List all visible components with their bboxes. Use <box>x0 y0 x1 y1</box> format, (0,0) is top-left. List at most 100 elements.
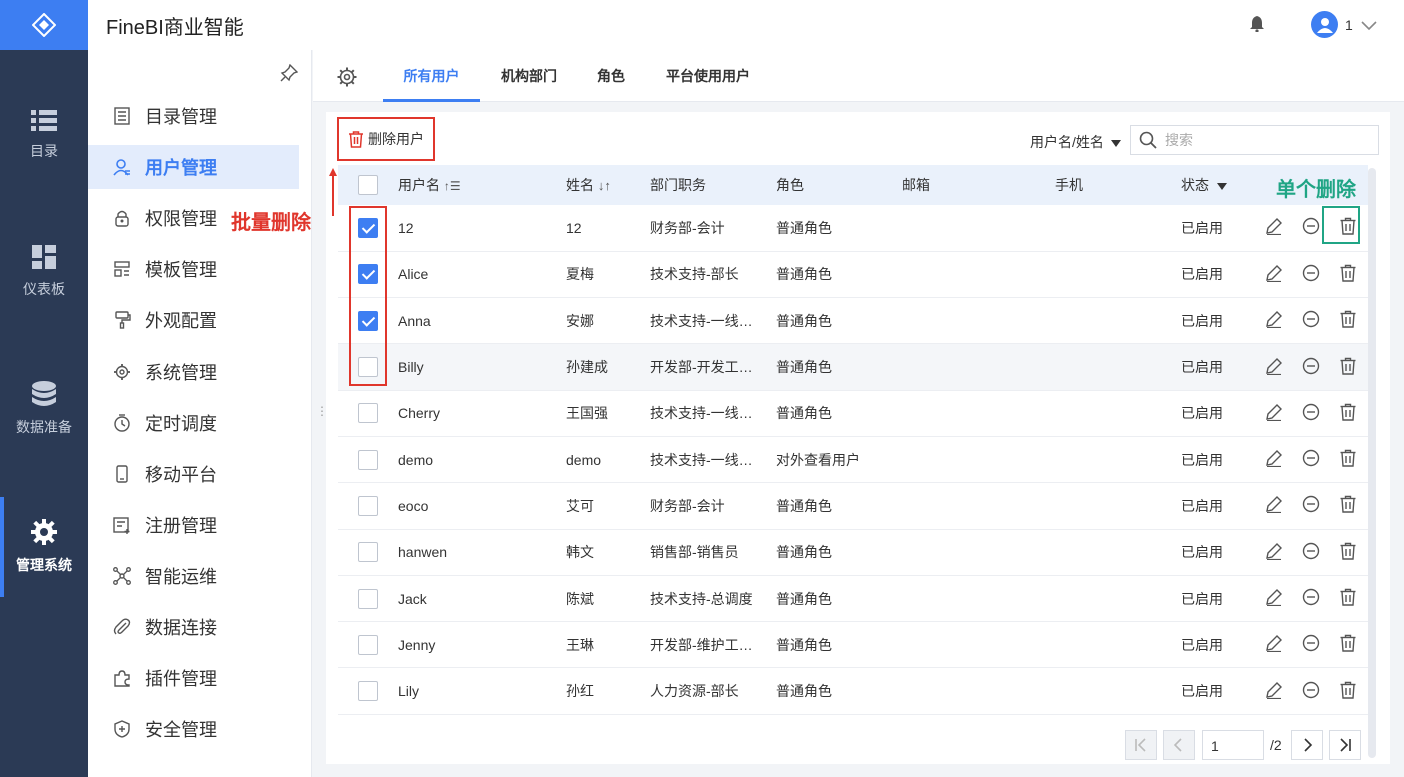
disable-icon[interactable] <box>1302 403 1320 424</box>
col-username[interactable]: 用户名 ↑☰ <box>398 165 566 205</box>
trash-icon[interactable] <box>1339 449 1357 470</box>
tab-all-users[interactable]: 所有用户 <box>383 50 480 102</box>
menu-item[interactable]: 目录管理 <box>88 94 299 138</box>
menu-item[interactable]: 插件管理 <box>88 656 299 700</box>
edit-icon[interactable] <box>1265 495 1283 516</box>
row-checkbox[interactable] <box>358 681 378 702</box>
trash-icon[interactable] <box>1339 681 1357 702</box>
menu-item[interactable]: 注册管理 <box>88 503 299 547</box>
rail-item-admin[interactable]: 管理系统 <box>0 497 88 597</box>
menu-item[interactable]: 移动平台 <box>88 452 299 496</box>
tab-platform-users[interactable]: 平台使用用户 <box>656 50 760 102</box>
table-row[interactable]: demo demo 技术支持-一线… 对外查看用户 已启用 <box>338 436 1368 483</box>
sort-icon[interactable]: ↓↑ <box>598 178 611 193</box>
edit-icon[interactable] <box>1265 403 1283 424</box>
table-row[interactable]: eoco 艾可 财务部-会计 普通角色 已启用 <box>338 483 1368 530</box>
disable-icon[interactable] <box>1302 449 1320 470</box>
last-page-button[interactable] <box>1329 730 1361 760</box>
cell-role: 普通角色 <box>776 312 832 329</box>
trash-icon[interactable] <box>1339 403 1357 424</box>
menu-item[interactable]: 用户管理 <box>88 145 299 190</box>
search-input[interactable] <box>1165 132 1365 148</box>
col-status[interactable]: 状态 <box>1181 165 1255 205</box>
menu-item[interactable]: 系统管理 <box>88 350 299 394</box>
table-row[interactable]: Anna 安娜 技术支持-一线… 普通角色 已启用 <box>338 298 1368 344</box>
edit-icon[interactable] <box>1265 264 1283 285</box>
select-all-checkbox[interactable] <box>358 175 378 195</box>
row-checkbox[interactable] <box>358 542 378 563</box>
pin-icon[interactable] <box>280 63 299 87</box>
disable-icon[interactable] <box>1302 495 1320 516</box>
menu-item-label: 安全管理 <box>145 720 217 741</box>
search-type-select[interactable]: 用户名/姓名 <box>1030 132 1121 152</box>
disable-icon[interactable] <box>1302 681 1320 702</box>
edit-icon[interactable] <box>1265 449 1283 470</box>
user-name[interactable]: 1 <box>1345 17 1353 33</box>
trash-icon[interactable] <box>1339 264 1357 285</box>
menu-item[interactable]: 智能运维 <box>88 554 299 598</box>
page-input[interactable]: 1 <box>1202 730 1264 760</box>
delete-users-button[interactable]: 删除用户 <box>337 117 435 161</box>
table-row[interactable]: Jack 陈斌 技术支持-总调度 普通角色 已启用 <box>338 575 1368 622</box>
disable-icon[interactable] <box>1302 310 1320 331</box>
first-page-button[interactable] <box>1125 730 1157 760</box>
tab-roles[interactable]: 角色 <box>589 50 633 102</box>
edit-icon[interactable] <box>1265 542 1283 563</box>
cell-role: 普通角色 <box>776 544 832 561</box>
trash-icon[interactable] <box>1339 310 1357 331</box>
bell-icon[interactable] <box>1250 16 1264 37</box>
logo[interactable] <box>0 0 88 50</box>
table-row[interactable]: Cherry 王国强 技术支持-一线… 普通角色 已启用 <box>338 390 1368 437</box>
col-name[interactable]: 姓名 ↓↑ <box>566 165 650 205</box>
edit-icon[interactable] <box>1265 681 1283 702</box>
menu-item[interactable]: 定时调度 <box>88 401 299 445</box>
cell-role: 普通角色 <box>776 497 832 514</box>
tab-departments[interactable]: 机构部门 <box>491 50 567 102</box>
menu-item[interactable]: 数据连接 <box>88 605 299 649</box>
menu-item[interactable]: 安全管理 <box>88 707 299 751</box>
next-page-button[interactable] <box>1291 730 1323 760</box>
scrollbar[interactable] <box>1368 168 1376 758</box>
disable-icon[interactable] <box>1302 264 1320 285</box>
row-checkbox[interactable] <box>358 588 378 609</box>
edit-icon[interactable] <box>1265 634 1283 655</box>
table-row[interactable]: 12 12 财务部-会计 普通角色 已启用 <box>338 205 1368 252</box>
rail-item-data-prep[interactable]: 数据准备 <box>0 359 88 459</box>
row-checkbox[interactable] <box>358 634 378 655</box>
edit-icon[interactable] <box>1265 588 1283 609</box>
table-row[interactable]: hanwen 韩文 销售部-销售员 普通角色 已启用 <box>338 529 1368 576</box>
chevron-down-icon[interactable] <box>1361 18 1377 36</box>
edit-icon[interactable] <box>1265 357 1283 378</box>
avatar[interactable] <box>1311 11 1338 38</box>
trash-icon[interactable] <box>1339 588 1357 609</box>
delete-users-label: 删除用户 <box>368 131 424 147</box>
trash-icon[interactable] <box>1339 357 1357 378</box>
menu-item[interactable]: 模板管理 <box>88 247 299 291</box>
rail-label: 目录 <box>30 143 58 159</box>
row-checkbox[interactable] <box>358 495 378 516</box>
disable-icon[interactable] <box>1302 634 1320 655</box>
cell-dept: 财务部-会计 <box>650 497 725 514</box>
table-row[interactable]: Jenny 王琳 开发部-维护工… 普通角色 已启用 <box>338 622 1368 668</box>
row-checkbox[interactable] <box>358 449 378 470</box>
table-row[interactable]: Alice 夏梅 技术支持-部长 普通角色 已启用 <box>338 251 1368 298</box>
row-checkbox[interactable] <box>358 403 378 424</box>
trash-icon[interactable] <box>1339 542 1357 563</box>
disable-icon[interactable] <box>1302 217 1320 238</box>
edit-icon[interactable] <box>1265 310 1283 331</box>
rail-item-catalog[interactable]: 目录 <box>0 85 88 185</box>
menu-item[interactable]: 外观配置 <box>88 298 299 342</box>
table-row[interactable]: Billy 孙建成 开发部-开发工… 普通角色 已启用 <box>338 343 1368 391</box>
rail-item-dashboard[interactable]: 仪表板 <box>0 222 88 322</box>
trash-icon[interactable] <box>1339 495 1357 516</box>
table-row[interactable]: Lily 孙红 人力资源-部长 普通角色 已启用 <box>338 668 1368 715</box>
disable-icon[interactable] <box>1302 357 1320 378</box>
trash-icon[interactable] <box>1339 634 1357 655</box>
filter-caret-icon[interactable] <box>1216 182 1227 190</box>
disable-icon[interactable] <box>1302 542 1320 563</box>
disable-icon[interactable] <box>1302 588 1320 609</box>
edit-icon[interactable] <box>1265 217 1283 238</box>
sort-asc-icon[interactable]: ↑☰ <box>444 179 461 193</box>
settings-icon[interactable] <box>337 67 357 92</box>
prev-page-button[interactable] <box>1163 730 1195 760</box>
